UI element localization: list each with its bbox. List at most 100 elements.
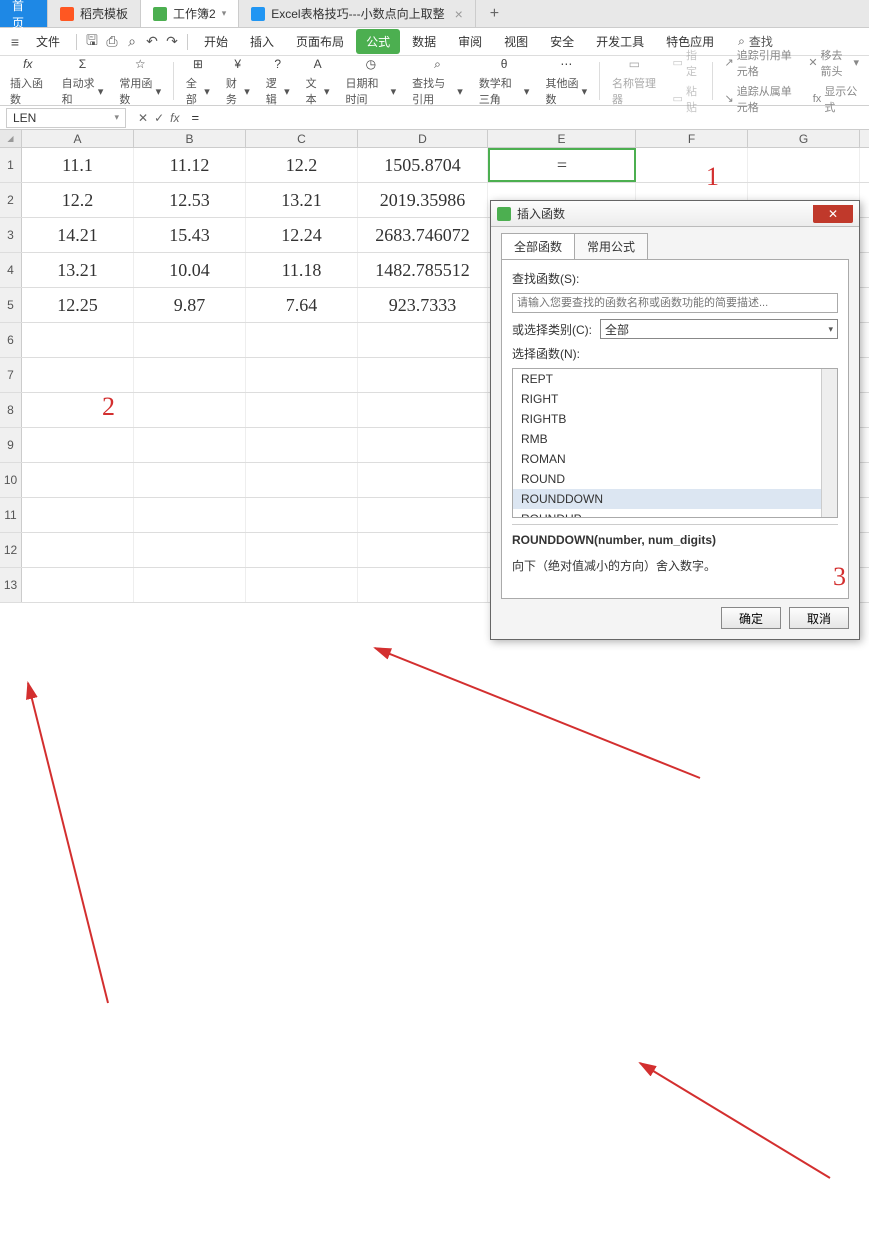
cell[interactable] — [246, 358, 358, 392]
cell[interactable] — [22, 463, 134, 497]
cell[interactable]: 1505.8704 — [358, 148, 488, 182]
fx-icon[interactable]: fx — [170, 111, 179, 125]
row-header[interactable]: 4 — [0, 253, 22, 287]
cell[interactable]: 2019.35986 — [358, 183, 488, 217]
cell[interactable] — [246, 428, 358, 462]
col-header-F[interactable]: F — [636, 130, 748, 147]
cell[interactable]: 7.64 — [246, 288, 358, 322]
cell[interactable]: 12.2 — [246, 148, 358, 182]
col-header-A[interactable]: A — [22, 130, 134, 147]
cell[interactable]: 1482.785512 — [358, 253, 488, 287]
cell[interactable] — [22, 498, 134, 532]
name-box[interactable]: LEN▾ — [6, 108, 126, 128]
print-icon[interactable]: ⎙ — [103, 33, 121, 51]
row-header[interactable]: 12 — [0, 533, 22, 567]
cell[interactable] — [246, 498, 358, 532]
row-header[interactable]: 1 — [0, 148, 22, 182]
function-list[interactable]: REPTRIGHTRIGHTBRMBROMANROUNDROUNDDOWNROU… — [512, 368, 838, 518]
autosum-button[interactable]: Σ自动求和▾ — [58, 54, 108, 107]
cell[interactable]: 12.25 — [22, 288, 134, 322]
file-menu[interactable]: 文件 — [26, 29, 70, 54]
cell[interactable] — [358, 323, 488, 357]
tab-excel-tips[interactable]: Excel表格技巧---小数点向上取整× — [239, 0, 476, 27]
function-list-item[interactable]: REPT — [513, 369, 837, 389]
function-list-item[interactable]: RIGHTB — [513, 409, 837, 429]
menu-review[interactable]: 审阅 — [448, 29, 492, 54]
cell[interactable] — [134, 428, 246, 462]
cell[interactable] — [22, 533, 134, 567]
all-fn-button[interactable]: ⊞全部▾ — [182, 54, 214, 107]
tab-home[interactable]: 首页 — [0, 0, 48, 27]
row-header[interactable]: 5 — [0, 288, 22, 322]
row-header[interactable]: 8 — [0, 393, 22, 427]
close-button[interactable]: ✕ — [813, 205, 853, 223]
cell[interactable] — [246, 568, 358, 602]
cell[interactable]: 10.04 — [134, 253, 246, 287]
cell[interactable] — [134, 463, 246, 497]
cell[interactable]: 2683.746072 — [358, 218, 488, 252]
cell[interactable] — [134, 568, 246, 602]
tab-workbook2[interactable]: 工作簿2▾ — [141, 0, 239, 27]
logical-button[interactable]: ?逻辑▾ — [262, 54, 294, 107]
common-fn-button[interactable]: ☆常用函数▾ — [115, 54, 165, 107]
chevron-down-icon[interactable]: ▾ — [114, 112, 119, 123]
save-icon[interactable]: 🖫 — [83, 33, 101, 51]
function-search-input[interactable] — [512, 293, 838, 313]
dialog-titlebar[interactable]: 插入函数 ✕ — [491, 201, 859, 227]
cell[interactable]: 11.18 — [246, 253, 358, 287]
cell[interactable]: 15.43 — [134, 218, 246, 252]
cell[interactable] — [22, 393, 134, 427]
insert-function-button[interactable]: fx插入函数 — [6, 54, 50, 107]
row-header[interactable]: 6 — [0, 323, 22, 357]
confirm-icon[interactable]: ✓ — [154, 111, 164, 125]
menu-layout[interactable]: 页面布局 — [286, 29, 354, 54]
cell[interactable]: 14.21 — [22, 218, 134, 252]
cell[interactable]: = — [488, 148, 636, 182]
cell[interactable] — [358, 463, 488, 497]
menu-formula[interactable]: 公式 — [356, 29, 400, 54]
function-list-item[interactable]: ROUNDUP — [513, 509, 837, 518]
dropdown-icon[interactable]: ▾ — [222, 8, 227, 19]
menu-dev[interactable]: 开发工具 — [586, 29, 654, 54]
function-list-item[interactable]: ROUND — [513, 469, 837, 489]
row-header[interactable]: 9 — [0, 428, 22, 462]
row-header[interactable]: 11 — [0, 498, 22, 532]
menu-security[interactable]: 安全 — [540, 29, 584, 54]
row-header[interactable]: 10 — [0, 463, 22, 497]
preview-icon[interactable]: ⌕ — [123, 33, 141, 51]
cell[interactable] — [246, 393, 358, 427]
cancel-button[interactable]: 取消 — [789, 607, 849, 629]
row-header[interactable]: 2 — [0, 183, 22, 217]
tab-all-functions[interactable]: 全部函数 — [501, 233, 575, 260]
cell[interactable] — [22, 323, 134, 357]
menu-view[interactable]: 视图 — [494, 29, 538, 54]
select-all-corner[interactable]: ◢ — [0, 130, 22, 147]
financial-button[interactable]: ¥财务▾ — [222, 54, 254, 107]
tab-template[interactable]: 稻壳模板 — [48, 0, 141, 27]
ok-button[interactable]: 确定 — [721, 607, 781, 629]
cell[interactable]: 12.2 — [22, 183, 134, 217]
cell[interactable] — [22, 568, 134, 602]
menu-data[interactable]: 数据 — [402, 29, 446, 54]
cell[interactable] — [22, 428, 134, 462]
math-button[interactable]: θ数学和三角▾ — [475, 54, 534, 107]
cell[interactable] — [246, 463, 358, 497]
function-list-item[interactable]: ROUNDDOWN — [513, 489, 837, 509]
lookup-button[interactable]: ⌕查找与引用▾ — [408, 54, 467, 107]
cell[interactable] — [246, 533, 358, 567]
cell[interactable] — [134, 358, 246, 392]
cell[interactable]: 11.1 — [22, 148, 134, 182]
menu-icon[interactable]: ≡ — [6, 33, 24, 51]
cell[interactable]: 13.21 — [22, 253, 134, 287]
cell[interactable] — [358, 358, 488, 392]
undo-icon[interactable]: ↶ — [143, 33, 161, 51]
col-header-G[interactable]: G — [748, 130, 860, 147]
cell[interactable]: 12.24 — [246, 218, 358, 252]
cell[interactable] — [22, 358, 134, 392]
cancel-icon[interactable]: ✕ — [138, 111, 148, 125]
cell[interactable]: 12.53 — [134, 183, 246, 217]
menu-start[interactable]: 开始 — [194, 29, 238, 54]
function-list-item[interactable]: ROMAN — [513, 449, 837, 469]
cell[interactable] — [358, 428, 488, 462]
menu-insert[interactable]: 插入 — [240, 29, 284, 54]
